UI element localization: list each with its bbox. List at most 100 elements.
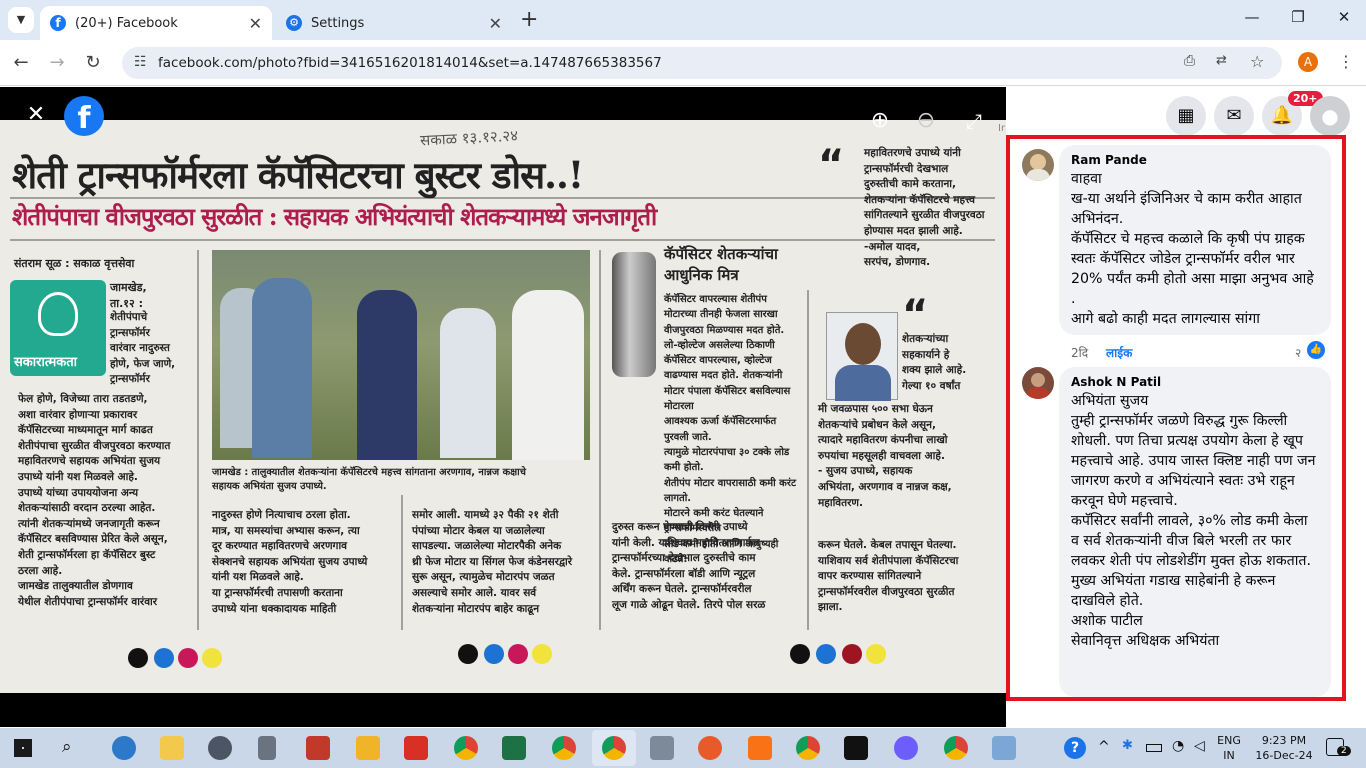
person-figure [357,290,417,460]
article-subheadline: शेतीपंपाचा वीजपुरवठा सुरळीत : सहायक अभिय… [12,202,657,231]
comment-bubble: Ram Pande वाहवा ख-या अर्थाने इंजिनिअर चे… [1059,145,1331,335]
pdf-app-icon[interactable] [404,736,428,760]
registration-dot [484,644,504,664]
language-indicator[interactable]: ENG IN [1214,733,1244,763]
back-arrow-icon[interactable]: ← [10,52,32,73]
comment-text: वाहवा ख-या अर्थाने इंजिनिअर चे काम करीत … [1071,171,1314,327]
quote-2-side: शेतकऱ्यांच्या सहकार्याने हे शक्य झाले आह… [902,333,967,392]
new-tab-button[interactable]: + [520,7,538,32]
registration-dot [532,644,552,664]
windows-start-icon[interactable] [14,739,32,757]
profile-avatar[interactable]: A [1298,52,1318,72]
comment-time[interactable]: 2दि [1071,344,1088,361]
notes-app-icon[interactable] [356,736,380,760]
close-window-button[interactable]: ✕ [1332,8,1356,26]
file-explorer-icon[interactable] [160,736,184,760]
facebook-favicon-icon: f [50,15,66,31]
tab-settings[interactable]: ⚙ Settings ✕ [276,6,512,40]
forward-arrow-icon[interactable]: → [46,52,68,73]
settings-gear-icon: ⚙ [286,15,302,31]
translate-icon[interactable]: ⇄ [1216,53,1227,68]
portrait-face [845,323,881,365]
chrome-active-icon[interactable] [602,736,626,760]
close-tab-icon[interactable]: ✕ [489,14,502,33]
column-3-text: समोर आली. यामध्ये ३२ पैकी २१ शेती पंपांच… [412,509,573,615]
battery-icon[interactable] [1146,744,1162,752]
photo-caption: जामखेड : तालुक्यातील शेतकऱ्यांना कॅपॅसिट… [212,467,526,492]
reload-icon[interactable]: ↻ [82,52,104,73]
fullscreen-icon[interactable]: ⤢ [956,103,992,139]
maximize-button[interactable]: ❐ [1286,8,1310,26]
chrome-profile-icon[interactable] [796,736,820,760]
menu-grid-icon[interactable]: ▦ [1166,96,1206,136]
clock[interactable]: 9:23 PM 16-Dec-24 [1252,733,1316,763]
comment-author[interactable]: Ram Pande [1071,153,1319,167]
clock-date: 16-Dec-24 [1255,749,1313,762]
registration-dot [128,648,148,668]
notification-count: 2 [1337,746,1351,756]
search-icon[interactable]: ⌕ [62,737,72,757]
tab-facebook[interactable]: f (20+) Facebook ✕ [40,6,272,40]
comment-text: अभियंता सुजय तुम्ही ट्रान्सफॉर्मर जळणे व… [1071,393,1316,649]
facebook-logo-icon[interactable]: f [64,96,104,136]
notepad-app-icon[interactable] [992,736,1016,760]
waveform-app-icon[interactable] [748,736,772,760]
profile-icon[interactable]: ● [1310,96,1350,136]
volume-icon[interactable]: ◁ [1194,738,1205,754]
excel-app-icon[interactable] [502,736,526,760]
tab-title: Settings [311,15,365,31]
reaction-count: २ [1295,346,1302,360]
close-tab-icon[interactable]: ✕ [249,14,262,33]
tab-search-button[interactable]: ▼ [8,7,34,33]
minimize-button[interactable]: — [1240,8,1264,26]
chrome-profile-icon[interactable] [454,736,478,760]
badge-label: सकारात्मकता [14,355,78,370]
person-figure [440,308,496,458]
install-app-icon[interactable]: ⎙ [1184,53,1195,69]
like-reaction-icon: 👍 [1307,341,1325,359]
close-viewer-icon[interactable]: ✕ [18,97,54,133]
article-headline: शेती ट्रान्सफॉर्मरला कॅपॅसिटरचा बुस्टर ड… [12,153,584,197]
registration-dot [178,648,198,668]
registration-dot [458,644,478,664]
column-2-text: नादुरुस्त होणे नित्याचाच ठरला होता. मात्… [212,509,368,615]
newspaper-photo[interactable]: सकाळ १३.१२.२४ शेती ट्रान्सफॉर्मरला कॅपॅस… [0,120,1006,693]
bluetooth-icon[interactable]: ✱ [1122,738,1133,753]
chart-app-icon[interactable] [698,736,722,760]
bookmark-star-icon[interactable]: ☆ [1250,52,1264,71]
comment-bubble: Ashok N Patil अभियंता सुजय तुम्ही ट्रान्… [1059,367,1331,697]
dateline: जामखेड, ता.१२ : [110,281,147,310]
avatar[interactable] [1022,367,1054,399]
site-info-icon[interactable]: ☷ [134,54,147,70]
engineer-portrait [826,312,898,401]
help-tray-icon[interactable]: ? [1064,737,1086,759]
calculator-app-icon[interactable] [650,736,674,760]
sync-app-icon[interactable] [894,736,918,760]
chrome-profile-icon[interactable] [944,736,968,760]
byline: संतराम सूळ : सकाळ वृत्तसेवा [14,257,135,270]
avatar[interactable] [1022,149,1054,181]
registration-dot [866,644,886,664]
zoom-out-icon[interactable]: ⊖ [908,103,944,139]
column-1-body: फेल होणे, विजेच्या तारा तडतडणे, अशा वारं… [18,393,171,608]
address-bar[interactable]: ☷ facebook.com/photo?fbid=34165162018140… [122,47,1282,79]
registration-dot [790,644,810,664]
comment-author[interactable]: Ashok N Patil [1071,375,1319,389]
messenger-icon[interactable]: ✉ [1214,96,1254,136]
like-button[interactable]: लाईक [1106,344,1132,361]
show-hidden-icons[interactable]: ^ [1098,739,1110,755]
field-photo [212,250,590,460]
security-app-icon[interactable] [306,736,330,760]
chrome-profile-icon[interactable] [552,736,576,760]
zoom-in-icon[interactable]: ⊕ [862,103,898,139]
quote-2-body: मी जवळपास ५०० सभा घेऊन शेतकऱ्यांचे प्रबो… [818,403,952,509]
microphone-app-icon[interactable] [258,736,276,760]
edge-browser-icon[interactable] [112,736,136,760]
head-outline-icon [38,292,78,336]
tradingview-app-icon[interactable] [844,736,868,760]
windows-taskbar: ⌕ ? ^ ✱ ◔ ◁ ENG IN 9:23 PM 16-Dec-24 2 [0,728,1366,768]
highlight-frame: Ram Pande वाहवा ख-या अर्थाने इंजिनिअर चे… [1006,135,1346,701]
settings-icon[interactable] [208,736,232,760]
wifi-icon[interactable]: ◔ [1172,738,1184,754]
browser-menu-icon[interactable]: ⋮ [1338,52,1354,71]
